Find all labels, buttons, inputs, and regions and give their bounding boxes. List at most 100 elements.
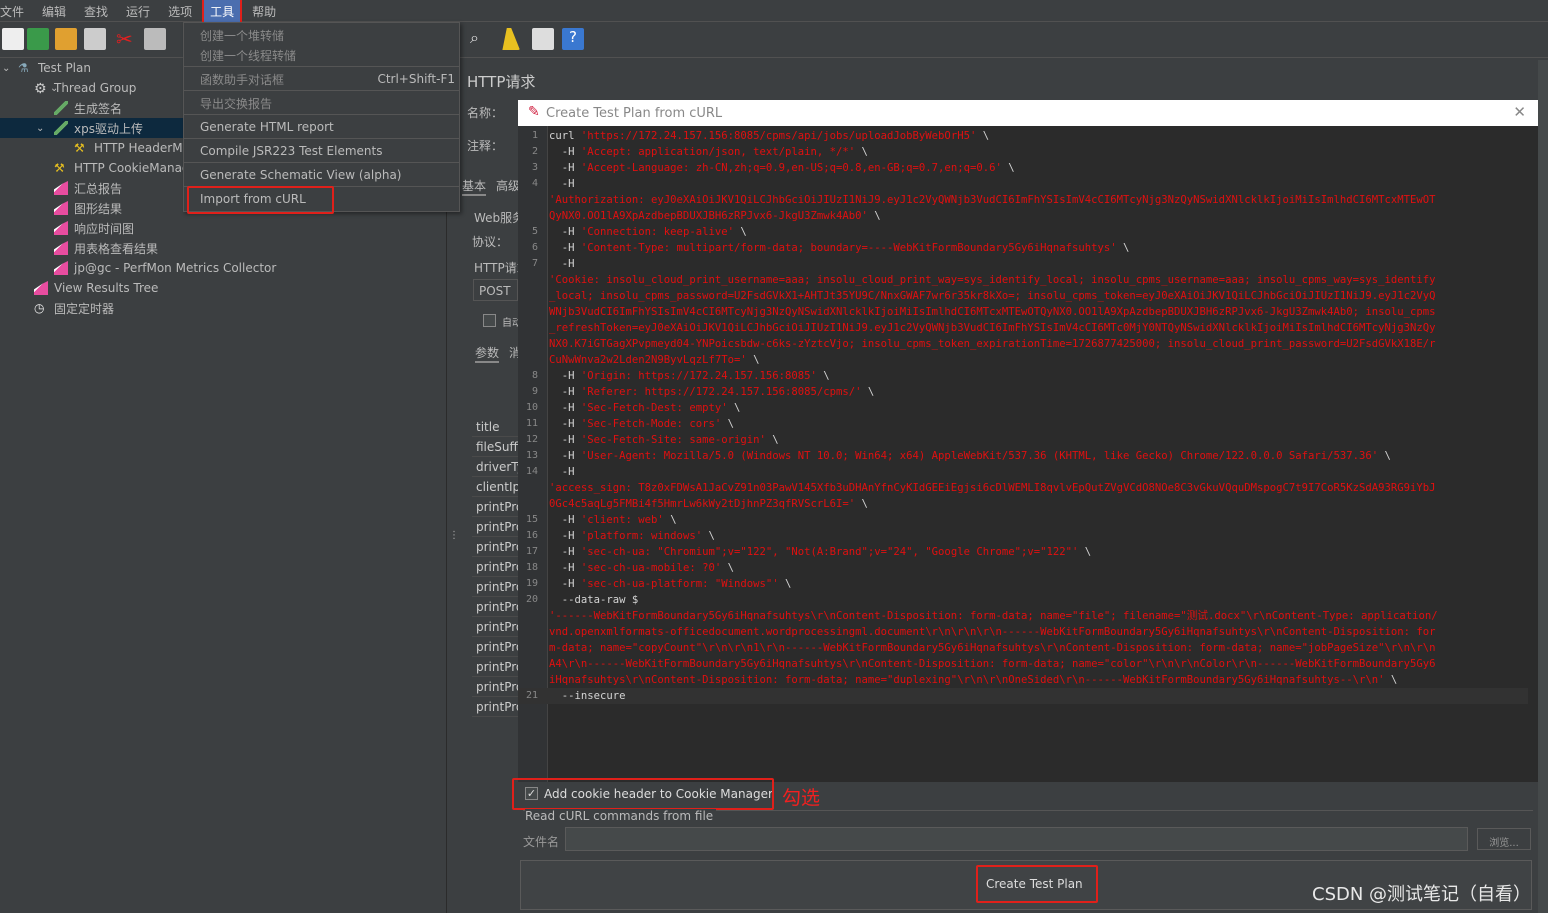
- code-text: A4\r\n------WebKitFormBoundary5Gy6iHqnaf…: [549, 656, 1436, 672]
- tree-item-label: 用表格查看结果: [74, 241, 159, 256]
- code-text: -H: [549, 256, 575, 272]
- line-number: 14: [525, 466, 538, 477]
- tree-item-label: Thread Group: [54, 81, 137, 95]
- tree-item[interactable]: ⌄ ⚙ Thread Group: [34, 78, 136, 98]
- templates-icon[interactable]: [27, 28, 49, 50]
- timer-icon: ◷: [34, 301, 45, 315]
- code-string: WNjb3VudCI6ImFhYSIsImV4cCI6MTcyNjg3NzQyN…: [549, 306, 1436, 318]
- tree-item[interactable]: ◷ 固定定时器: [34, 298, 114, 318]
- tree-item[interactable]: 图形结果: [54, 198, 122, 218]
- menu-item[interactable]: 创建一个线程转储: [184, 43, 459, 67]
- line-number: 15: [525, 514, 538, 525]
- param-row[interactable]: printPro: [472, 617, 518, 637]
- file-input[interactable]: [565, 827, 1468, 851]
- tree-item[interactable]: 汇总报告: [54, 178, 122, 198]
- chevron-down-icon[interactable]: ⌄: [50, 83, 58, 94]
- param-row[interactable]: printPro: [472, 557, 518, 577]
- code-line: QyNX0.OO1lA9XpAzdbepBDUXJBH6zRPJvx6-JkgU…: [518, 208, 1528, 224]
- param-row[interactable]: title: [472, 417, 518, 437]
- menu-item-label: Generate Schematic View (alpha): [200, 168, 402, 182]
- code-plain: -H: [549, 146, 581, 158]
- menu-file[interactable]: 文件: [0, 0, 30, 22]
- method-select[interactable]: POST: [473, 279, 518, 301]
- menu-item[interactable]: 函数助手对话框 Ctrl+Shift-F1: [184, 67, 459, 91]
- tree-item[interactable]: 生成签名: [54, 98, 122, 118]
- auto-redirect-checkbox[interactable]: [483, 314, 496, 327]
- tree-item[interactable]: jp@gc - PerfMon Metrics Collector: [54, 258, 276, 278]
- open-icon[interactable]: [55, 28, 77, 50]
- close-icon[interactable]: ✕: [1513, 103, 1526, 121]
- menu-item[interactable]: Generate Schematic View (alpha): [184, 163, 459, 187]
- param-row[interactable]: printPro: [472, 537, 518, 557]
- menu-separator: [184, 66, 459, 67]
- tree-item[interactable]: View Results Tree: [34, 278, 158, 298]
- tree-item[interactable]: ⚒ HTTP CookieManager: [54, 158, 202, 178]
- menu-separator: [184, 114, 459, 115]
- param-row[interactable]: printPro: [472, 597, 518, 617]
- code-string: 'Cookie: insolu_cloud_print_username=aaa…: [549, 274, 1436, 286]
- code-continuation: \: [721, 562, 734, 574]
- help-icon[interactable]: ?: [562, 28, 584, 50]
- code-string: QyNX0.OO1lA9XpAzdbepBDUXJBH6zRPJvx6-JkgU…: [549, 210, 868, 222]
- tree-item[interactable]: 用表格查看结果: [54, 238, 158, 258]
- curl-editor[interactable]: 1 curl 'https://172.24.157.156:8085/cpms/…: [518, 126, 1538, 782]
- menu-item-label: 函数助手对话框: [200, 72, 285, 87]
- code-plain: --insecure: [549, 690, 626, 702]
- param-row[interactable]: printPro: [472, 657, 518, 677]
- splitter-handle[interactable]: ⋮: [449, 530, 459, 541]
- graph-icon: [54, 221, 68, 235]
- code-string: m-data; name="copyCount"\r\n\r\n1\r\n---…: [549, 642, 1436, 654]
- list-icon[interactable]: [532, 28, 554, 50]
- menu-search[interactable]: 查找: [78, 0, 114, 22]
- code-string: 'platform: windows': [580, 530, 703, 542]
- code-text: curl 'https://172.24.157.156:8085/cpms/a…: [549, 128, 989, 144]
- code-text: m-data; name="copyCount"\r\n\r\n1\r\n---…: [549, 640, 1436, 656]
- menu-edit[interactable]: 编辑: [36, 0, 72, 22]
- code-plain: -H: [549, 466, 575, 478]
- code-text: -H 'sec-ch-ua: "Chromium";v="122", "Not(…: [549, 544, 1091, 560]
- menu-options[interactable]: 选项: [162, 0, 198, 22]
- param-row[interactable]: printPro: [472, 517, 518, 537]
- code-line: 8 -H 'Origin: https://172.24.157.156:808…: [518, 368, 1528, 384]
- param-row[interactable]: clientIp: [472, 477, 518, 497]
- browse-button[interactable]: 浏览...: [1477, 828, 1531, 850]
- param-row[interactable]: fileSuffix: [472, 437, 518, 457]
- code-string: 'Accept: application/json, text/plain, *…: [580, 146, 856, 158]
- menu-item[interactable]: Generate HTML report: [184, 115, 459, 139]
- param-row[interactable]: printPro: [472, 497, 518, 517]
- tab-advanced[interactable]: 高级: [496, 177, 520, 194]
- tab-params[interactable]: 参数: [475, 344, 500, 363]
- line-number: 8: [531, 370, 538, 381]
- copy-icon[interactable]: [144, 28, 166, 50]
- code-plain: -H: [549, 418, 581, 430]
- chevron-down-icon[interactable]: ⌄: [2, 63, 10, 74]
- new-icon[interactable]: [2, 28, 24, 50]
- broom-icon[interactable]: [502, 28, 520, 50]
- code-string: 'Accept-Language: zh-CN,zh;q=0.9,en-US;q…: [580, 162, 1002, 174]
- param-row[interactable]: printPro: [472, 697, 518, 717]
- line-number: 21: [525, 690, 538, 701]
- menu-item-label: 创建一个线程转储: [200, 48, 297, 63]
- save-icon[interactable]: [84, 28, 106, 50]
- param-row[interactable]: printPro: [472, 637, 518, 657]
- menu-run[interactable]: 运行: [120, 0, 156, 22]
- menu-tools[interactable]: 工具: [202, 0, 243, 24]
- param-row[interactable]: driverType: [472, 457, 518, 477]
- param-row[interactable]: printPro: [472, 677, 518, 697]
- tree-item[interactable]: ⌄ ⚗ Test Plan: [2, 58, 91, 78]
- chevron-down-icon[interactable]: ⌄: [36, 123, 44, 134]
- line-number: 18: [525, 562, 538, 573]
- line-number: 11: [525, 418, 538, 429]
- code-line: '------WebKitFormBoundary5Gy6iHqnafsuhty…: [518, 608, 1528, 624]
- param-row[interactable]: printPro: [472, 577, 518, 597]
- tree-item[interactable]: 响应时间图: [54, 218, 134, 238]
- tab-basic[interactable]: 基本: [462, 177, 487, 196]
- code-text: -H 'User-Agent: Mozilla/5.0 (Windows NT …: [549, 448, 1391, 464]
- menu-item[interactable]: 导出交换报告: [184, 91, 459, 115]
- menu-help[interactable]: 帮助: [246, 0, 282, 22]
- code-text: 'Authorization: eyJ0eXAiOiJKV1QiLCJhbGci…: [549, 192, 1436, 208]
- binoculars-icon[interactable]: ⌕: [470, 28, 492, 50]
- cut-icon[interactable]: ✂: [116, 28, 138, 50]
- menu-item[interactable]: Compile JSR223 Test Elements: [184, 139, 459, 163]
- graph-icon: [54, 181, 68, 195]
